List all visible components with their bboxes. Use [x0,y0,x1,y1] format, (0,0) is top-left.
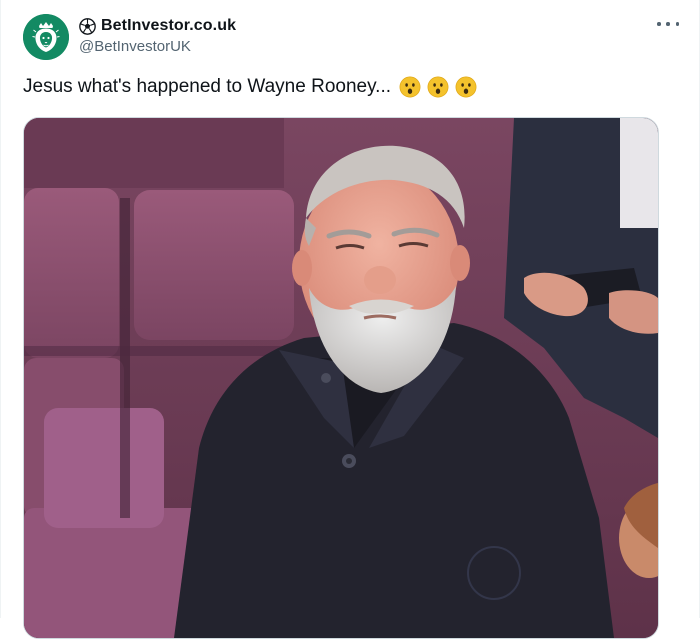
author-handle[interactable]: @BetInvestorUK [79,38,236,55]
author-display-name[interactable]: BetInvestor.co.uk [101,17,236,35]
stadium-photo-illustration [24,118,658,638]
hushed-face-emoji [427,76,449,98]
dot [657,22,661,26]
author-info: BetInvestor.co.uk @BetInvestorUK [79,15,236,55]
tweet-card: BetInvestor.co.uk @BetInvestorUK Jesus w… [0,0,700,639]
tweet-header: BetInvestor.co.uk @BetInvestorUK [23,14,679,62]
avatar[interactable] [23,14,69,60]
more-options-icon[interactable] [657,16,679,32]
tweet-photo[interactable] [23,117,659,639]
dot [675,22,679,26]
hushed-face-emoji [455,76,477,98]
tweet-body: Jesus what's happened to Wayne Rooney... [23,76,392,97]
lion-crest-icon [23,14,69,60]
tweet-text: Jesus what's happened to Wayne Rooney... [23,76,477,98]
dot [666,22,670,26]
hushed-face-emoji [399,76,421,98]
football-icon [79,17,96,35]
author-name-row[interactable]: BetInvestor.co.uk [79,15,236,37]
